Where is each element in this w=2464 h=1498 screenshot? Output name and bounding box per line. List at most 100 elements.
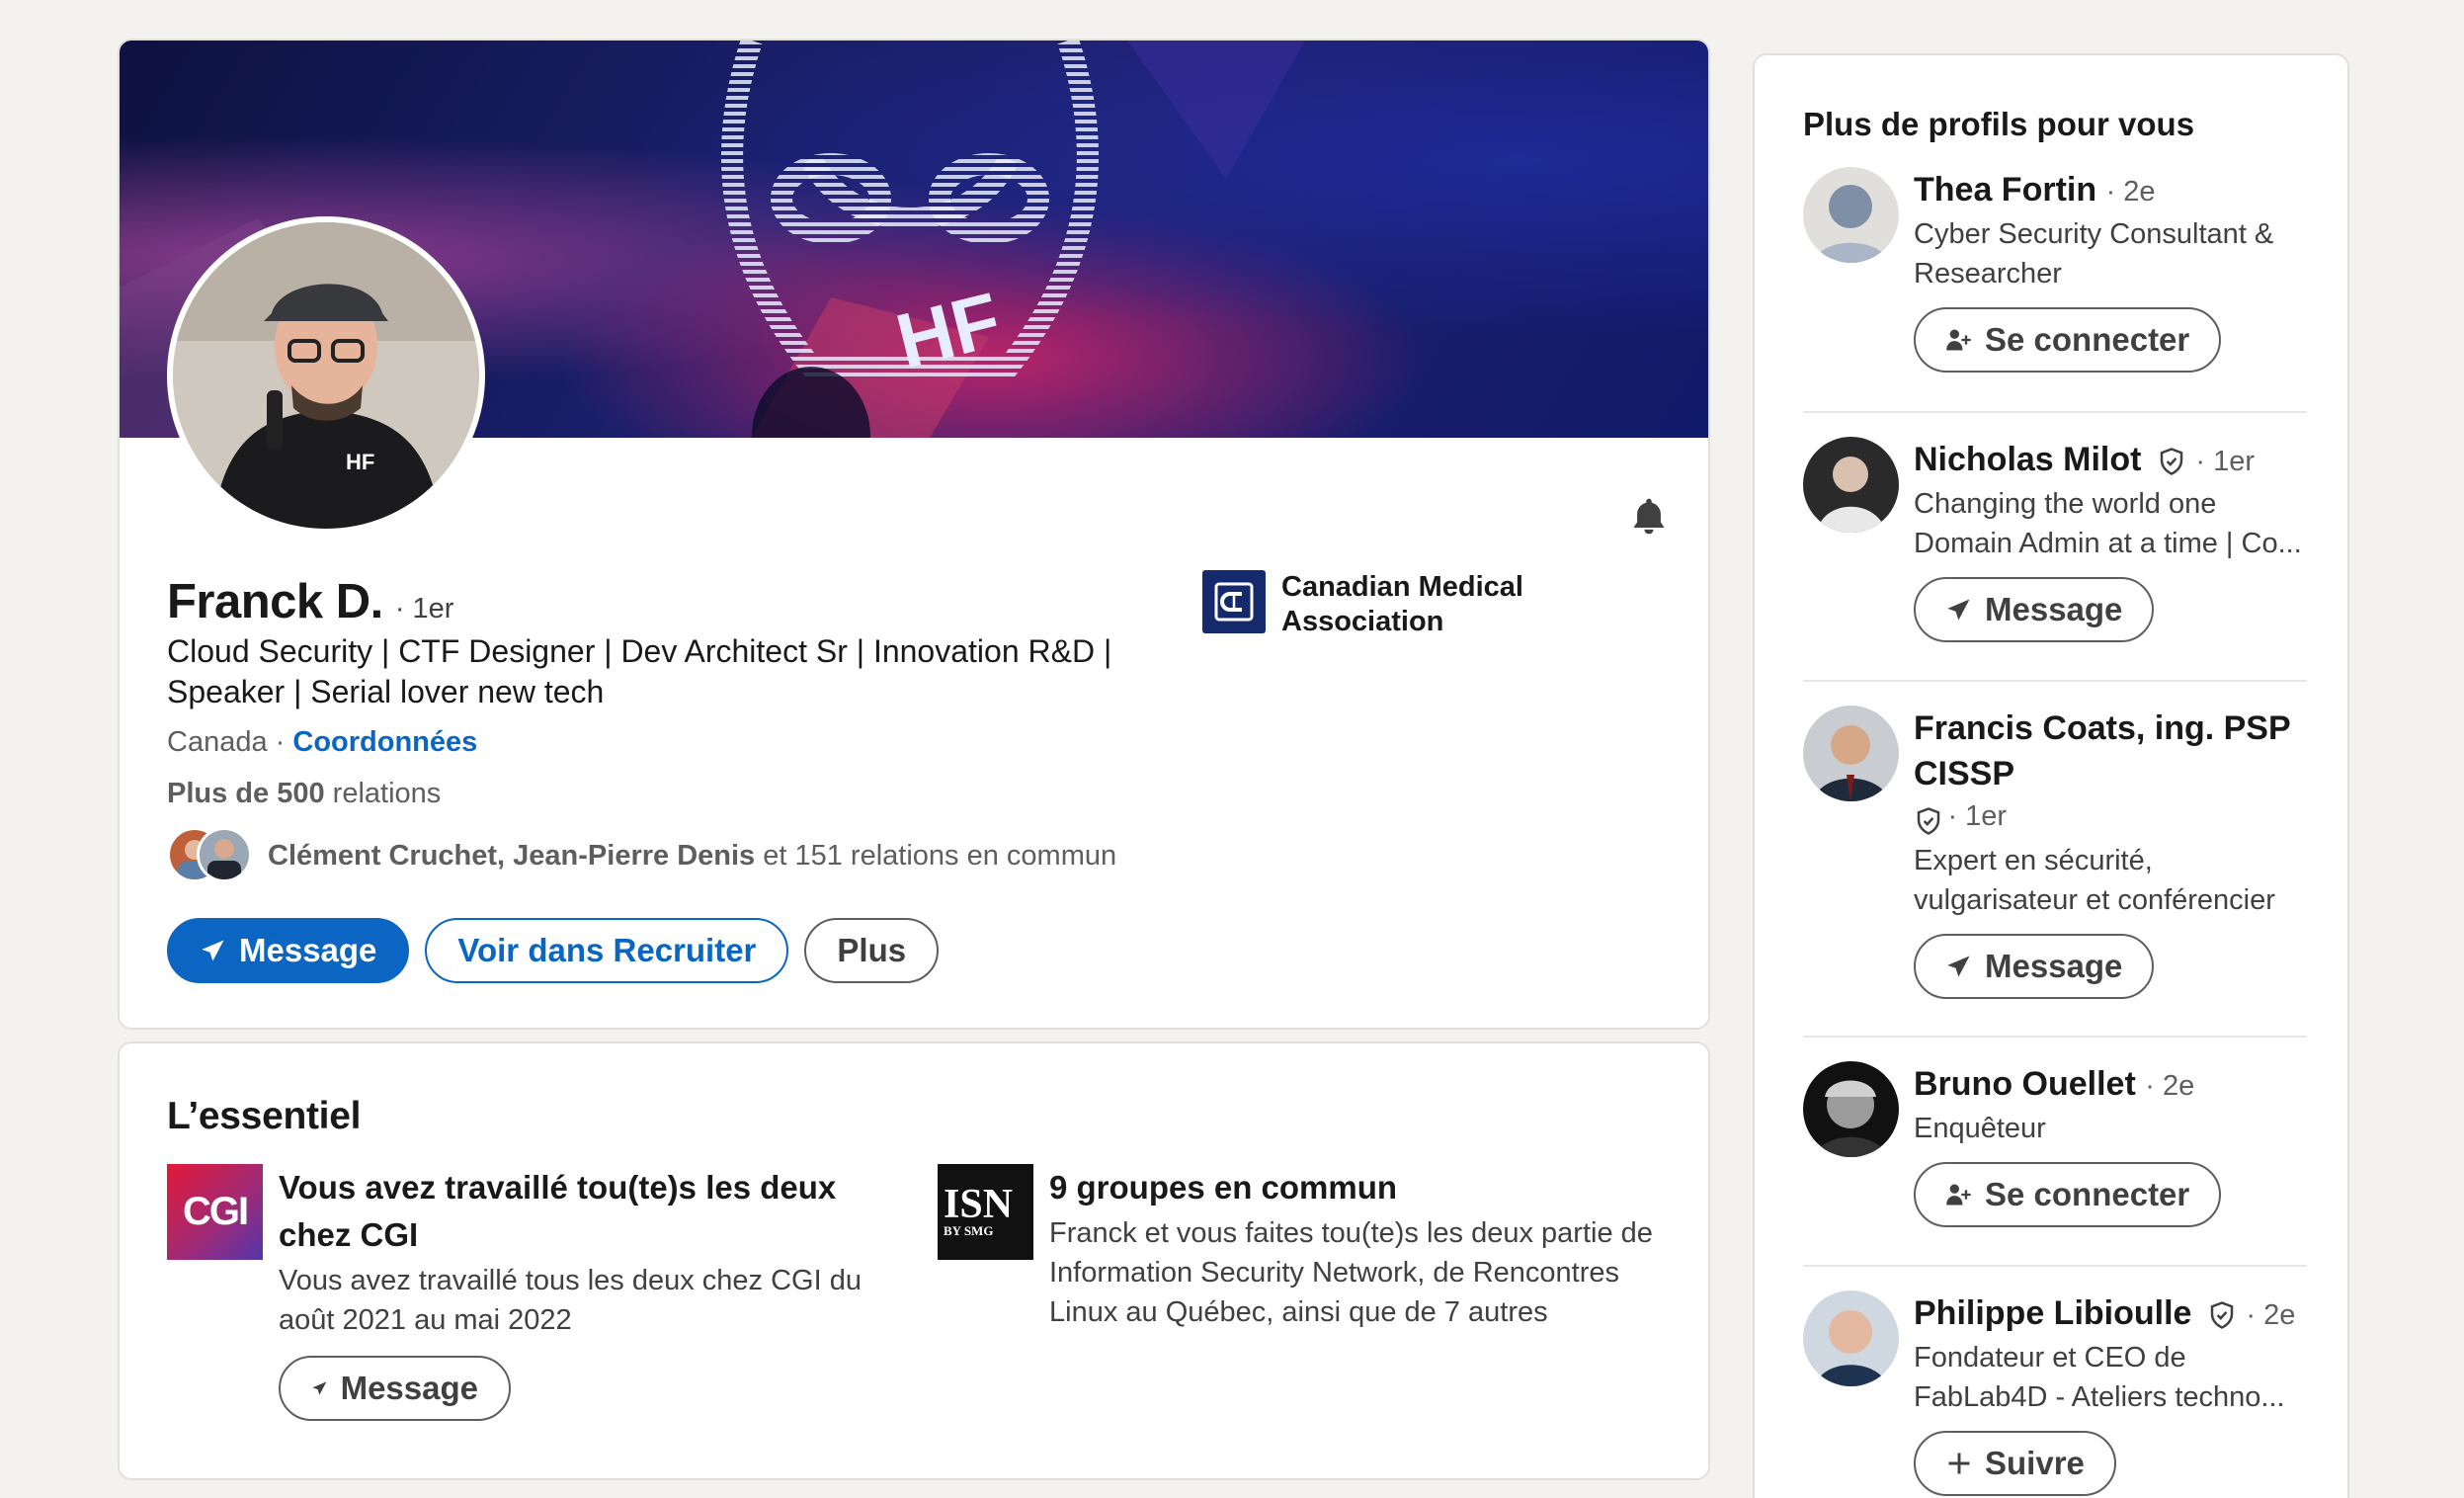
suggested-profile-avatar[interactable] (1803, 706, 1899, 801)
profile-card: HF HF Franck D. · 1er Cloud Security | C… (118, 39, 1710, 1030)
suggested-profile-name: Francis Coats, ing. PSP CISSP (1914, 709, 2291, 792)
suggested-profile-description: Expert en sécurité, vulgarisateur et con… (1914, 845, 2275, 916)
profile-name-row: Franck D. · 1er (167, 574, 453, 629)
suggested-profile-info: Thea Fortin · 2e Cyber Security Consulta… (1914, 167, 2307, 373)
suggested-profile-description: Fondateur et CEO de FabLab4D - Ateliers … (1914, 1342, 2285, 1413)
suggested-profile: Philippe Libioulle · 2e Fondateur et CEO… (1803, 1290, 2307, 1498)
mutual-avatars (167, 827, 256, 884)
suggested-profile-avatar[interactable] (1803, 1290, 1899, 1386)
suggested-profile-name-row[interactable]: Thea Fortin · 2e (1914, 167, 2307, 214)
profile-location: Canada · Coordonnées (167, 726, 477, 759)
isn-logo-text: ISN (944, 1181, 1014, 1227)
suggested-profile-avatar[interactable] (1803, 1061, 1899, 1157)
mutual-avatar-2 (197, 827, 252, 882)
suggested-profile-info: Francis Coats, ing. PSP CISSP · 1er Expe… (1914, 706, 2307, 999)
profile-actions: Message Voir dans Recruiter Plus (167, 918, 940, 983)
company-name: Canadian Medical Association (1281, 571, 1523, 637)
mutual-names: Clément Cruchet, Jean-Pierre Denis (268, 839, 756, 872)
message-button[interactable]: Message (1914, 934, 2155, 999)
divider (1803, 411, 2307, 413)
verified-shield-icon (2210, 1301, 2234, 1329)
location-text: Canada · (167, 726, 286, 758)
relations-count-bold: Plus de 500 (167, 778, 325, 809)
send-icon (1947, 599, 1970, 621)
verified-shield-icon (2160, 448, 2183, 475)
connect-button[interactable]: Se connecter (1914, 1162, 2222, 1227)
add-person-icon (1946, 1184, 1971, 1206)
shared-employer-body: Vous avez travaillé tou(te)s les deux ch… (279, 1164, 891, 1421)
suggested-profile-name: Nicholas Milot (1914, 441, 2142, 478)
send-icon (312, 1381, 327, 1395)
mutual-suffix: et 151 relations en commun (763, 839, 1117, 872)
profile-headline: Cloud Security | CTF Designer | Dev Arch… (167, 633, 1112, 709)
svg-text:HF: HF (346, 450, 374, 474)
suggested-profile-degree: · 2e (2145, 1070, 2195, 1102)
suggested-profile-info: Bruno Ouellet · 2e Enquêteur Se connecte… (1914, 1061, 2307, 1227)
plus-icon (1948, 1453, 1970, 1474)
message-button[interactable]: Message (1914, 577, 2155, 642)
connect-button-label: Se connecter (1985, 1176, 2190, 1212)
suggested-profile-name-row[interactable]: Philippe Libioulle · 2e (1914, 1290, 2307, 1338)
suggested-profile-degree: · 1er (2195, 446, 2256, 477)
suggested-profile-name-row[interactable]: Francis Coats, ing. PSP CISSP (1914, 706, 2307, 796)
suggested-profile-degree: · 2e (2105, 176, 2156, 208)
suggested-profile-name: Bruno Ouellet (1914, 1065, 2136, 1103)
suggested-profile-name-row[interactable]: Bruno Ouellet · 2e (1914, 1061, 2307, 1109)
cgi-logo-icon: CGI (167, 1164, 263, 1260)
shared-groups-description: Franck et vous faites tou(te)s les deux … (1049, 1217, 1653, 1328)
cgi-logo-text: CGI (182, 1190, 249, 1233)
message-button-label: Message (1985, 948, 2123, 984)
profile-avatar[interactable]: HF (167, 216, 485, 535)
divider (1803, 1036, 2307, 1038)
current-company[interactable]: Canadian Medical Association (1202, 570, 1578, 639)
contact-info-link[interactable]: Coordonnées (292, 726, 477, 758)
suggested-profile-info: Nicholas Milot · 1er Changing the world … (1914, 437, 2307, 642)
suggested-profiles-title: Plus de profils pour vous (1803, 106, 2195, 142)
message-button[interactable]: Message (167, 918, 410, 983)
suggested-profile: Bruno Ouellet · 2e Enquêteur Se connecte… (1803, 1061, 2307, 1279)
isn-logo-subtext: BY SMG (944, 1222, 994, 1238)
isn-logo-icon: ISN BY SMG (938, 1164, 1033, 1260)
shared-employer-description: Vous avez travaillé tous les deux chez C… (279, 1265, 862, 1336)
divider (1803, 680, 2307, 682)
suggested-profile-degree: · 2e (2246, 1299, 2296, 1331)
suggested-profile-avatar[interactable] (1803, 437, 1899, 533)
notifications-bell-icon[interactable] (1617, 485, 1681, 548)
suggested-profile-description: Changing the world one Domain Admin at a… (1914, 488, 2302, 559)
shared-groups-item: ISN BY SMG 9 groupes en commun Franck et… (938, 1164, 1669, 1332)
essentials-title: L’essentiel (167, 1095, 362, 1137)
add-person-icon (1946, 329, 1971, 351)
shared-groups-heading[interactable]: 9 groupes en commun (1049, 1164, 1669, 1211)
suggested-profile: Thea Fortin · 2e Cyber Security Consulta… (1803, 167, 2307, 394)
suggested-profile-description: Cyber Security Consultant & Researcher (1914, 218, 2274, 290)
shared-employer-item: CGI Vous avez travaillé tou(te)s les deu… (167, 1164, 898, 1421)
suggested-profile-description: Enquêteur (1914, 1113, 2046, 1144)
suggested-profile-info: Philippe Libioulle · 2e Fondateur et CEO… (1914, 1290, 2307, 1496)
suggested-profile-name: Thea Fortin (1914, 171, 2097, 208)
verified-shield-icon (1917, 806, 1940, 835)
follow-button-label: Suivre (1985, 1445, 2085, 1481)
connect-button[interactable]: Se connecter (1914, 307, 2222, 373)
suggested-profile-degree: · 1er (1947, 800, 2008, 832)
essentials-message-button[interactable]: Message (279, 1356, 511, 1421)
relations-count[interactable]: Plus de 500 relations (167, 778, 441, 810)
view-in-recruiter-button[interactable]: Voir dans Recruiter (425, 918, 789, 983)
mutual-connections-text: Clément Cruchet, Jean-Pierre Denis et 15… (268, 840, 1116, 873)
divider (1803, 1265, 2307, 1267)
message-button-label: Message (239, 932, 377, 968)
relations-suffix: relations (332, 778, 442, 809)
suggested-profiles-card: Plus de profils pour vous Thea Fortin · … (1753, 53, 2349, 1498)
profile-avatar-placeholder[interactable] (1803, 167, 1899, 263)
suggested-profile: Francis Coats, ing. PSP CISSP · 1er Expe… (1803, 706, 2307, 1002)
suggested-profile-name-row[interactable]: Nicholas Milot · 1er (1914, 437, 2307, 484)
company-logo-icon (1202, 570, 1266, 633)
shared-groups-body: 9 groupes en commun Franck et vous faite… (1049, 1164, 1669, 1332)
essentials-card: L’essentiel CGI Vous avez travaillé tou(… (118, 1041, 1710, 1480)
mutual-connections[interactable]: Clément Cruchet, Jean-Pierre Denis et 15… (167, 827, 1116, 884)
more-button[interactable]: Plus (804, 918, 940, 983)
send-icon (1947, 956, 1970, 977)
suggested-profile-degree-row: · 1er (1914, 796, 2307, 841)
suggested-profile: Nicholas Milot · 1er Changing the world … (1803, 437, 2307, 664)
shared-employer-heading: Vous avez travaillé tou(te)s les deux ch… (279, 1169, 837, 1253)
follow-button[interactable]: Suivre (1914, 1431, 2116, 1496)
